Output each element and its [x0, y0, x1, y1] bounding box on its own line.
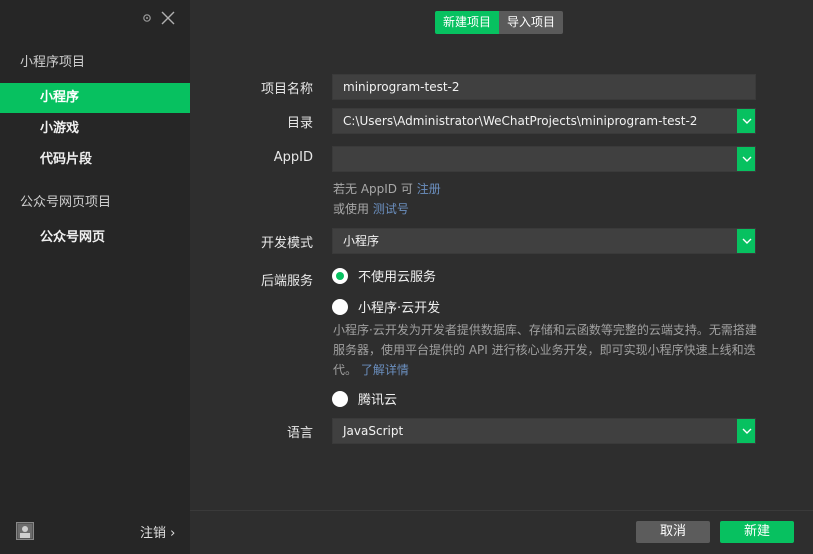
appid-hint-test: 或使用 测试号	[333, 200, 409, 217]
sidebar-item-minigame[interactable]: 小游戏	[0, 114, 190, 144]
sidebar: 小程序项目 小程序 小游戏 代码片段 公众号网页项目 公众号网页 注销 ›	[0, 0, 190, 554]
sidebar-top-controls	[142, 10, 176, 26]
sidebar-group-official-account: 公众号网页项目	[20, 195, 112, 210]
sidebar-item-miniprogram[interactable]: 小程序	[0, 83, 190, 113]
directory-value: C:\Users\Administrator\WeChatProjects\mi…	[343, 114, 698, 128]
radio-unchecked-icon[interactable]	[332, 390, 348, 407]
language-select[interactable]: JavaScript	[332, 418, 756, 444]
close-icon[interactable]	[160, 10, 176, 26]
directory-label: 目录	[286, 116, 313, 131]
dev-mode-label: 开发模式	[260, 236, 313, 251]
chevron-down-icon	[742, 238, 751, 244]
chevron-down-icon	[742, 428, 751, 434]
appid-label: AppID	[273, 150, 313, 165]
project-type-tabs: 新建项目 导入项目	[435, 11, 564, 34]
project-name-input[interactable]: miniprogram-test-2	[332, 74, 756, 100]
logout-link[interactable]: 注销 ›	[140, 522, 175, 541]
dev-mode-select[interactable]: 小程序	[332, 228, 756, 254]
backend-label: 后端服务	[260, 274, 313, 289]
tab-new-project[interactable]: 新建项目	[435, 11, 500, 34]
language-value: JavaScript	[343, 424, 404, 438]
dev-mode-dropdown-button[interactable]	[737, 229, 755, 253]
appid-dropdown-button[interactable]	[737, 147, 755, 171]
dev-mode-value: 小程序	[343, 234, 380, 248]
chevron-down-icon	[742, 156, 751, 162]
cloud-description: 小程序·云开发为开发者提供数据库、存储和云函数等完整的云端支持。无需搭建服务器，…	[333, 320, 763, 380]
gear-icon[interactable]	[142, 13, 152, 23]
directory-input[interactable]: C:\Users\Administrator\WeChatProjects\mi…	[332, 108, 756, 134]
radio-cloud-dev-label: 小程序·云开发	[358, 301, 441, 316]
register-link[interactable]: 注册	[417, 182, 441, 196]
radio-no-cloud-label: 不使用云服务	[358, 270, 437, 285]
tab-import-project[interactable]: 导入项目	[499, 11, 564, 34]
project-name-label: 项目名称	[260, 82, 313, 97]
appid-hint-text: 若无 AppID 可	[333, 182, 413, 196]
radio-tencent-cloud-label: 腾讯云	[358, 393, 398, 408]
appid-hint-register: 若无 AppID 可 注册	[333, 180, 441, 197]
sidebar-item-code-snippet[interactable]: 代码片段	[0, 145, 190, 175]
sidebar-group-miniprogram: 小程序项目	[20, 55, 86, 70]
radio-checked-icon[interactable]	[332, 267, 348, 284]
chevron-down-icon	[742, 118, 751, 124]
radio-no-cloud[interactable]: 不使用云服务	[332, 266, 436, 285]
radio-tencent-cloud[interactable]: 腾讯云	[332, 389, 397, 408]
appid-hint2-text: 或使用	[333, 202, 370, 216]
language-label: 语言	[286, 426, 313, 441]
appid-input[interactable]	[332, 146, 756, 172]
learn-more-link[interactable]: 了解详情	[361, 363, 409, 377]
sidebar-item-official-web[interactable]: 公众号网页	[0, 223, 190, 253]
avatar[interactable]	[16, 522, 34, 540]
radio-unchecked-icon[interactable]	[332, 298, 348, 315]
test-account-link[interactable]: 测试号	[373, 202, 409, 216]
language-dropdown-button[interactable]	[737, 419, 755, 443]
cancel-button[interactable]: 取消	[636, 521, 710, 543]
create-button[interactable]: 新建	[720, 521, 794, 543]
radio-cloud-dev[interactable]: 小程序·云开发	[332, 297, 440, 316]
directory-dropdown-button[interactable]	[737, 109, 755, 133]
